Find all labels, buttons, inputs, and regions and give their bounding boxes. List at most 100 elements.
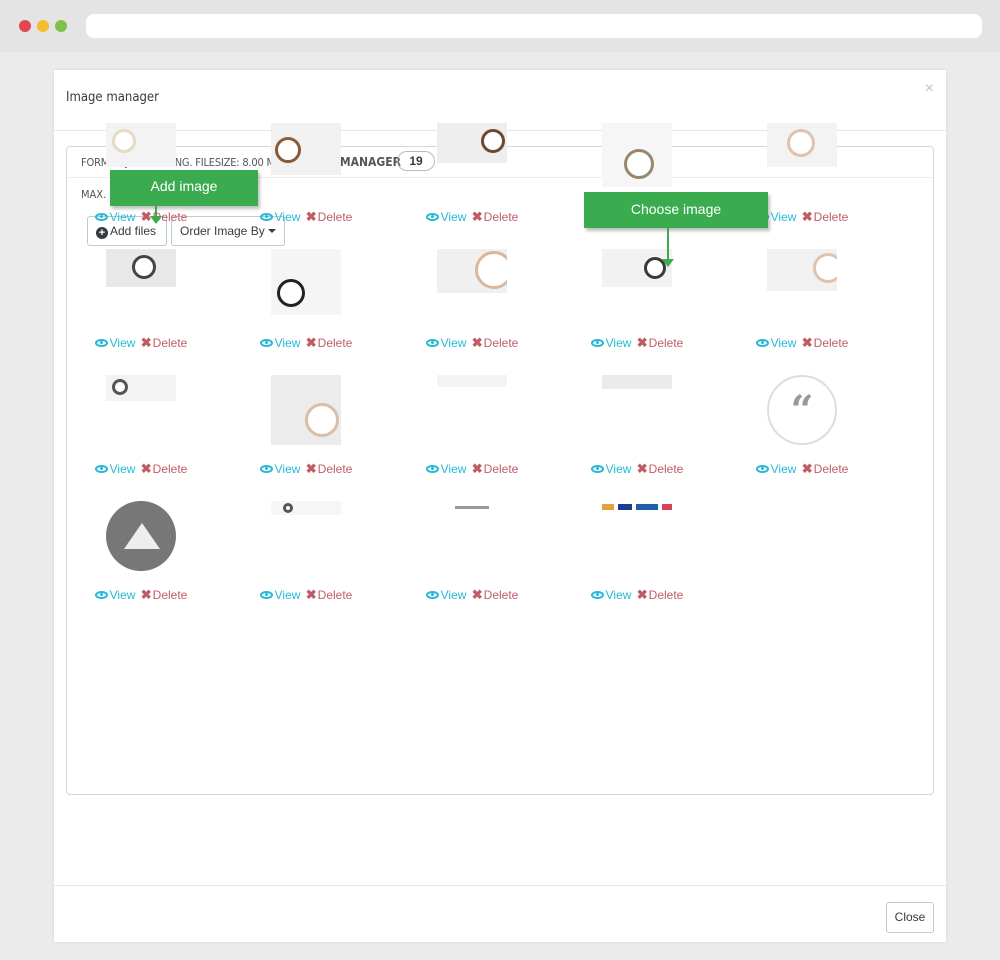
view-link[interactable]: View bbox=[425, 462, 467, 476]
delete-label: Delete bbox=[317, 210, 353, 224]
delete-link[interactable]: ✖Delete bbox=[470, 335, 519, 350]
eye-icon bbox=[425, 213, 439, 221]
delete-link[interactable]: ✖Delete bbox=[800, 209, 849, 224]
delete-link[interactable]: ✖Delete bbox=[139, 335, 188, 350]
image-thumbnail[interactable] bbox=[271, 501, 341, 515]
image-thumbnail[interactable] bbox=[106, 501, 176, 571]
close-icon[interactable]: × bbox=[925, 80, 934, 98]
watch-icon bbox=[481, 129, 505, 153]
image-thumbnail[interactable] bbox=[437, 375, 507, 387]
delete-x-icon: ✖ bbox=[471, 587, 483, 602]
view-link[interactable]: View bbox=[590, 588, 631, 602]
delete-x-icon: ✖ bbox=[305, 461, 317, 476]
image-thumbnail[interactable] bbox=[437, 249, 507, 293]
view-link[interactable]: View bbox=[94, 336, 135, 350]
add-image-callout: Add image bbox=[110, 170, 258, 206]
delete-link[interactable]: ✖Delete bbox=[304, 587, 353, 602]
view-link[interactable]: View bbox=[425, 336, 467, 350]
image-thumbnail[interactable] bbox=[106, 123, 176, 167]
view-link[interactable]: View bbox=[94, 462, 135, 476]
eye-icon bbox=[425, 465, 439, 473]
delete-link[interactable]: ✖Delete bbox=[139, 587, 188, 602]
view-label: View bbox=[440, 336, 467, 350]
maximize-window-icon[interactable] bbox=[55, 20, 67, 32]
image-actions: View ✖Delete bbox=[567, 587, 707, 603]
image-thumbnail[interactable] bbox=[602, 501, 672, 513]
image-item: View ✖Delete bbox=[567, 501, 707, 627]
delete-link[interactable]: ✖Delete bbox=[470, 461, 519, 476]
delete-x-icon: ✖ bbox=[140, 461, 152, 476]
choose-image-callout: Choose image bbox=[584, 192, 768, 228]
view-link[interactable]: View bbox=[94, 210, 135, 224]
image-item: View ✖Delete bbox=[567, 249, 707, 375]
delete-link[interactable]: ✖Delete bbox=[635, 335, 684, 350]
watch-icon bbox=[283, 503, 293, 513]
view-link[interactable]: View bbox=[590, 462, 632, 476]
delete-x-icon: ✖ bbox=[471, 335, 483, 350]
delete-label: Delete bbox=[317, 462, 353, 476]
minimize-window-icon[interactable] bbox=[37, 20, 49, 32]
view-link[interactable]: View bbox=[94, 588, 135, 602]
image-actions: View ✖Delete bbox=[71, 461, 211, 477]
delete-link[interactable]: ✖Delete bbox=[304, 461, 353, 476]
watch-icon bbox=[112, 379, 128, 395]
delete-label: Delete bbox=[648, 588, 684, 602]
image-item: View ✖Delete bbox=[71, 375, 211, 501]
view-link[interactable]: View bbox=[425, 588, 466, 602]
image-thumbnail[interactable] bbox=[106, 249, 176, 287]
view-link[interactable]: View bbox=[259, 336, 300, 350]
eye-icon bbox=[590, 465, 604, 473]
delete-label: Delete bbox=[648, 336, 684, 350]
image-thumbnail[interactable] bbox=[437, 123, 507, 163]
eye-icon bbox=[94, 465, 108, 473]
eye-icon bbox=[590, 591, 604, 599]
image-thumbnail[interactable] bbox=[271, 249, 341, 315]
delete-link[interactable]: ✖Delete bbox=[800, 335, 849, 350]
watch-icon bbox=[305, 403, 339, 437]
view-label: View bbox=[770, 210, 797, 224]
image-thumbnail[interactable] bbox=[602, 375, 672, 389]
image-thumbnail[interactable]: “ bbox=[767, 375, 837, 445]
delete-link[interactable]: ✖Delete bbox=[470, 209, 519, 224]
delete-x-icon: ✖ bbox=[801, 209, 813, 224]
image-thumbnail[interactable] bbox=[437, 501, 507, 515]
image-thumbnail[interactable] bbox=[767, 249, 837, 291]
delete-label: Delete bbox=[813, 336, 849, 350]
address-bar[interactable] bbox=[86, 14, 982, 38]
image-thumbnail[interactable] bbox=[271, 123, 341, 175]
close-window-icon[interactable] bbox=[19, 20, 31, 32]
image-item: View ✖Delete bbox=[71, 249, 211, 375]
delete-link[interactable]: ✖Delete bbox=[139, 209, 188, 224]
view-link[interactable]: View bbox=[755, 336, 797, 350]
view-link[interactable]: View bbox=[590, 336, 631, 350]
image-actions: View ✖Delete bbox=[71, 587, 211, 603]
image-actions: View ✖Delete bbox=[236, 461, 376, 477]
watch-icon bbox=[132, 255, 156, 279]
view-link[interactable]: View bbox=[259, 210, 300, 224]
view-label: View bbox=[770, 336, 797, 350]
view-link[interactable]: View bbox=[259, 588, 300, 602]
delete-link[interactable]: ✖Delete bbox=[304, 335, 353, 350]
watch-icon bbox=[275, 137, 301, 163]
image-item: View ✖Delete bbox=[236, 501, 376, 627]
delete-link[interactable]: ✖Delete bbox=[139, 461, 188, 476]
view-label: View bbox=[274, 462, 301, 476]
image-thumbnail[interactable] bbox=[602, 123, 672, 187]
view-link[interactable]: View bbox=[755, 462, 796, 476]
view-link[interactable]: View bbox=[425, 210, 466, 224]
view-label: View bbox=[605, 462, 632, 476]
image-thumbnail[interactable] bbox=[602, 249, 672, 287]
delete-link[interactable]: ✖Delete bbox=[304, 209, 353, 224]
modal-footer: Close bbox=[54, 885, 946, 942]
delete-link[interactable]: ✖Delete bbox=[635, 587, 684, 602]
delete-link[interactable]: ✖Delete bbox=[635, 461, 684, 476]
delete-link[interactable]: ✖Delete bbox=[800, 461, 849, 476]
image-thumbnail[interactable] bbox=[106, 375, 176, 401]
view-label: View bbox=[440, 462, 467, 476]
image-thumbnail[interactable] bbox=[271, 375, 341, 445]
delete-x-icon: ✖ bbox=[636, 335, 648, 350]
close-button[interactable]: Close bbox=[886, 902, 934, 933]
view-link[interactable]: View bbox=[259, 462, 301, 476]
image-thumbnail[interactable] bbox=[767, 123, 837, 167]
delete-link[interactable]: ✖Delete bbox=[470, 587, 519, 602]
